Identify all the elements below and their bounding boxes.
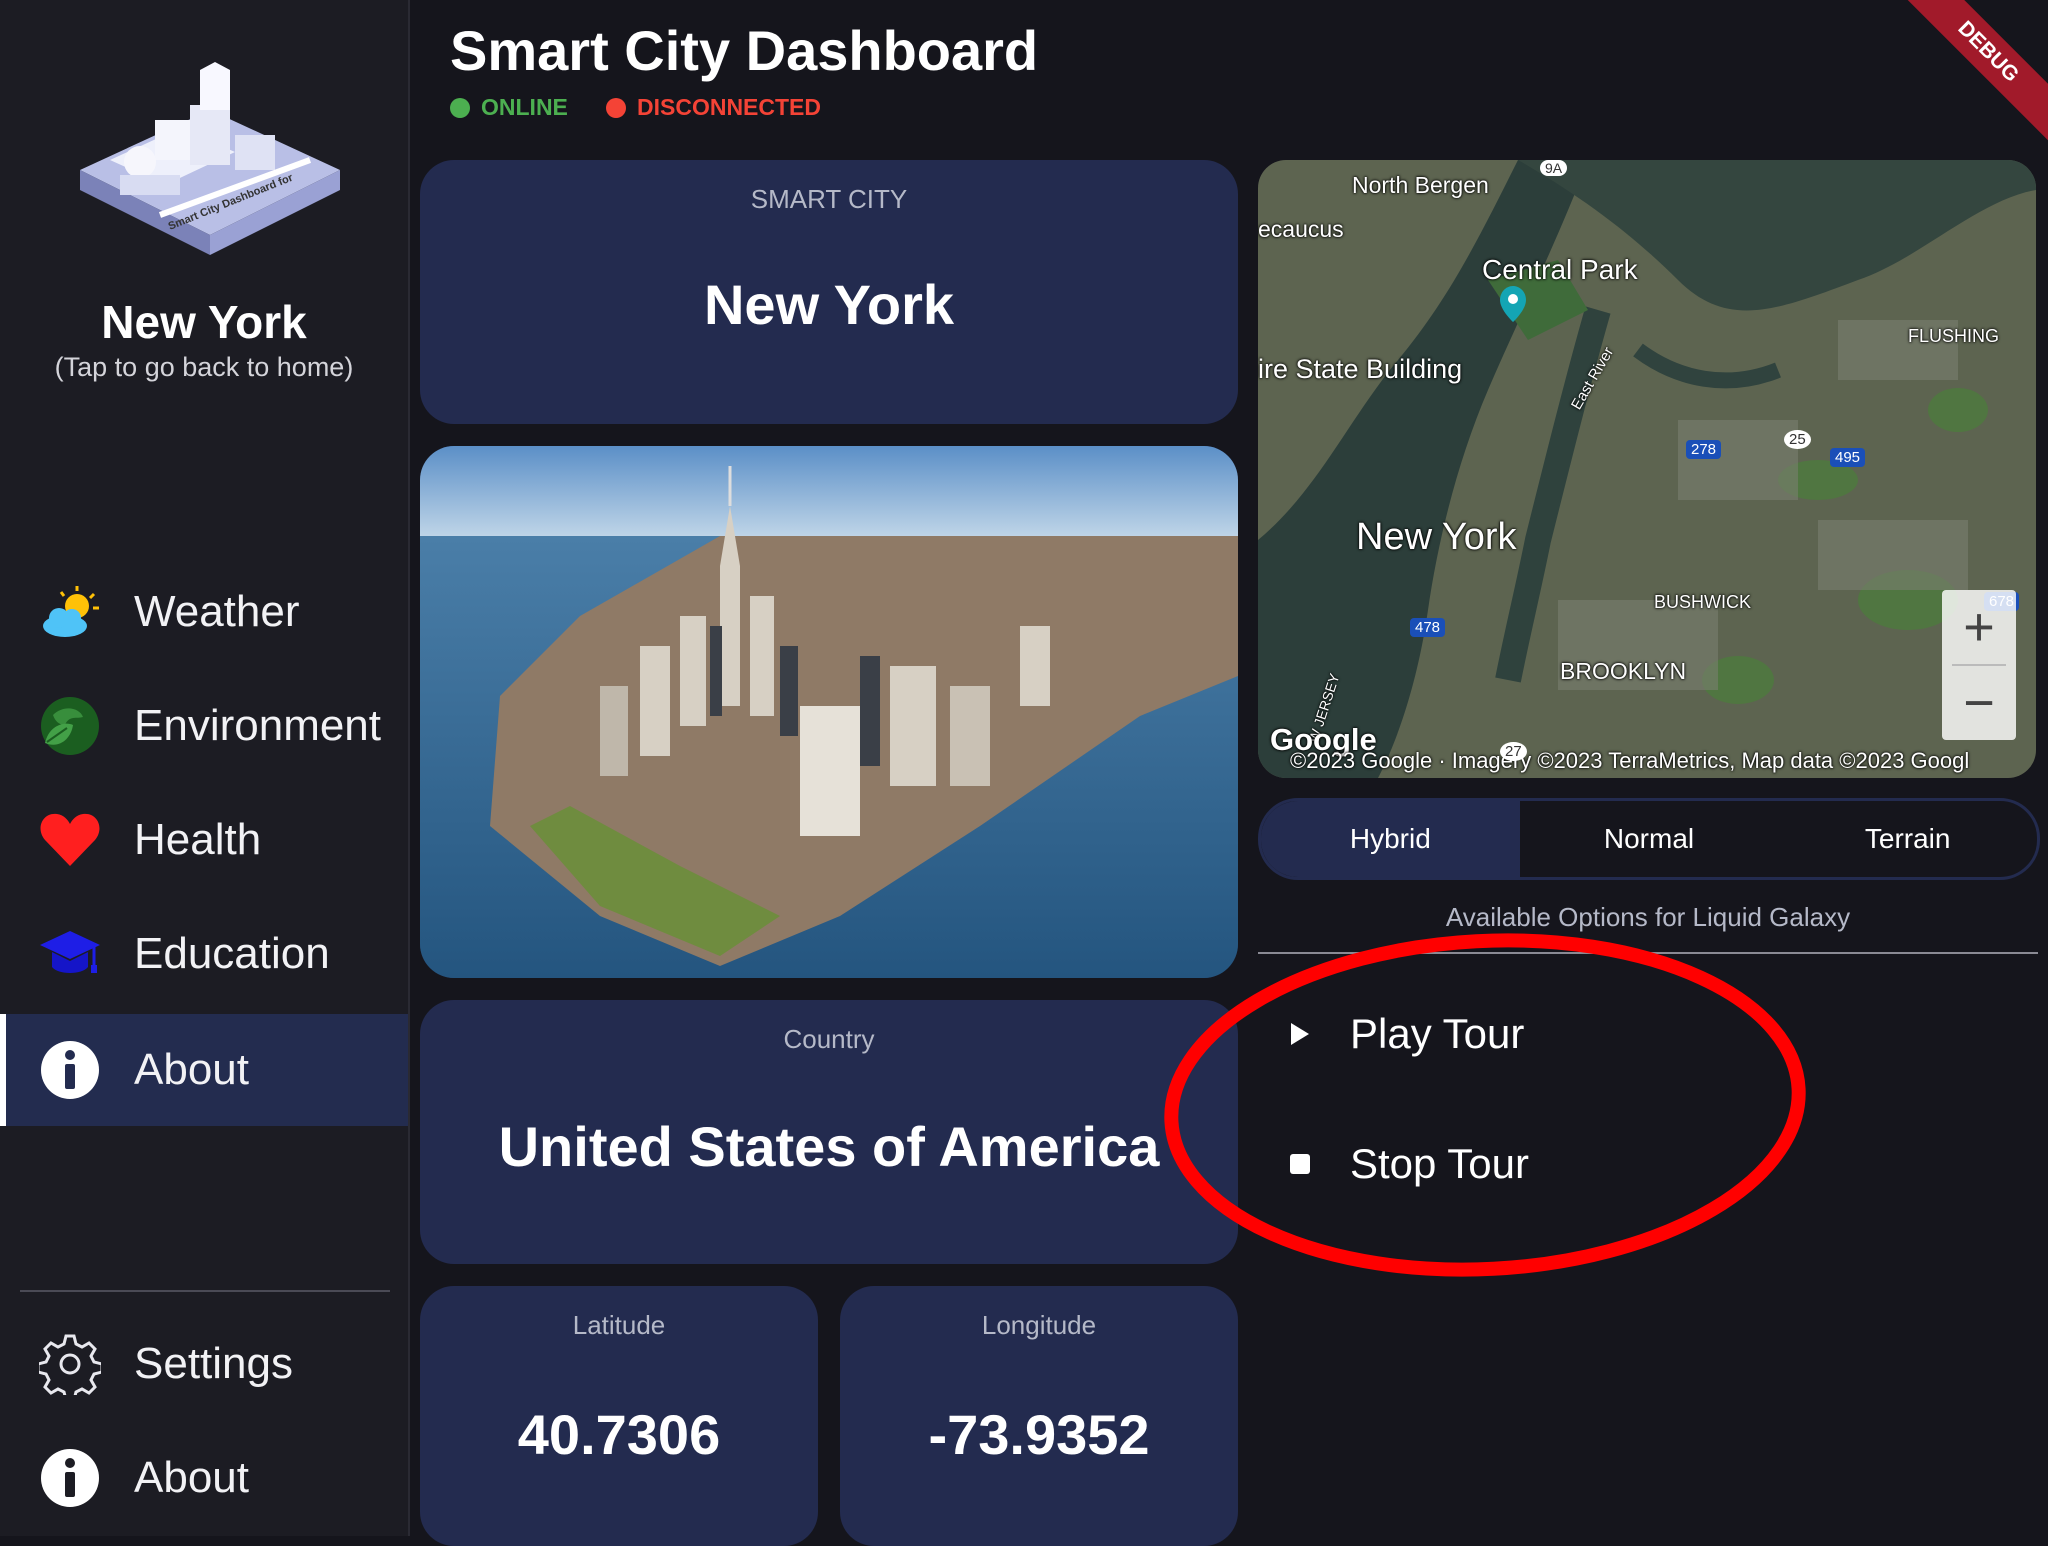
map-zoom-control: + − (1942, 590, 2016, 740)
longitude-value: -73.9352 (928, 1403, 1150, 1466)
map-attribution[interactable]: ©2023 Google · Imagery ©2023 TerraMetric… (1290, 748, 1969, 774)
sidebar-item-label: Health (134, 815, 262, 864)
country-card: Country United States of America (420, 1000, 1238, 1264)
city-card: SMART CITY New York (420, 160, 1238, 424)
heart-icon (38, 808, 102, 872)
map-label-central-park: Central Park (1482, 254, 1638, 285)
city-skyline-image-icon (420, 446, 1238, 978)
sidebar-item-health[interactable]: Health (0, 784, 408, 896)
map-type-terrain-button[interactable]: Terrain (1778, 801, 2037, 877)
route-shield-495: 495 (1830, 448, 1866, 467)
route-shield-478: 478 (1410, 618, 1446, 637)
latitude-caption: Latitude (572, 1310, 666, 1340)
sidebar-item-label: Education (134, 929, 330, 978)
info-icon (38, 1038, 102, 1102)
map-label-flushing: FLUSHING (1908, 326, 2000, 346)
online-dot-icon (450, 97, 470, 118)
stop-tour-button[interactable]: Stop Tour (1282, 1124, 1529, 1204)
city-photo (420, 446, 1238, 978)
sidebar: Smart City Dashboard for New York (Tap t… (0, 0, 410, 1536)
map-label-new-york: New York (1356, 516, 1517, 558)
map-type-normal-button[interactable]: Normal (1520, 801, 1779, 877)
sidebar-item-label: Weather (134, 587, 300, 636)
sidebar-item-weather[interactable]: Weather (0, 556, 408, 668)
sidebar-item-label: Environment (134, 701, 382, 750)
sidebar-item-label: Settings (134, 1339, 293, 1388)
play-tour-label: Play Tour (1350, 1010, 1525, 1057)
sidebar-divider (20, 1290, 390, 1292)
sidebar-item-settings[interactable]: Settings (0, 1308, 408, 1420)
route-shield-9a: 9A (1540, 160, 1568, 176)
sidebar-item-about[interactable]: About (0, 1014, 408, 1126)
country-card-caption: Country (783, 1024, 875, 1054)
sidebar-city-name[interactable]: New York (0, 295, 408, 349)
route-shield-278: 278 (1686, 440, 1722, 459)
isometric-city-logo-icon: Smart City Dashboard for (80, 62, 340, 255)
graduation-cap-icon (38, 922, 102, 986)
highlight-ellipse-annotation (1164, 933, 1806, 1277)
options-divider (1258, 952, 2038, 954)
status-online-badge: ONLINE (450, 94, 568, 121)
sidebar-city-hint[interactable]: (Tap to go back to home) (0, 352, 408, 383)
map-label-secaucus: ecaucus (1258, 216, 1344, 242)
sidebar-item-environment[interactable]: Environment (0, 670, 408, 782)
status-online-label: ONLINE (481, 94, 568, 120)
sidebar-item-label: About (134, 1453, 249, 1502)
status-disconnected-badge: DISCONNECTED (606, 94, 821, 121)
status-disconnected-label: DISCONNECTED (637, 94, 822, 120)
weather-icon (38, 580, 102, 644)
zoom-in-button[interactable]: + (1942, 590, 2016, 664)
longitude-card: Longitude -73.9352 (840, 1286, 1238, 1546)
debug-banner: DEBUG (1889, 0, 2048, 151)
play-icon (1282, 1016, 1318, 1052)
sidebar-item-education[interactable]: Education (0, 898, 408, 1010)
liquid-galaxy-options-title: Available Options for Liquid Galaxy (1445, 902, 1851, 932)
map-type-toggle: Hybrid Normal Terrain (1258, 798, 2040, 880)
longitude-caption: Longitude (981, 1310, 1097, 1340)
play-tour-button[interactable]: Play Tour (1282, 994, 1524, 1074)
sidebar-item-label: About (134, 1045, 249, 1094)
stop-tour-label: Stop Tour (1350, 1140, 1530, 1187)
map-label-north-bergen: North Bergen (1352, 172, 1489, 198)
latitude-value: 40.7306 (517, 1403, 721, 1466)
page-title: Smart City Dashboard (450, 19, 1039, 82)
country-card-value: United States of America (498, 1115, 1160, 1178)
map-label-empire-state: ire State Building (1258, 354, 1463, 384)
info-icon (38, 1446, 102, 1510)
disconnected-dot-icon (606, 97, 626, 118)
latitude-card: Latitude 40.7306 (420, 1286, 818, 1546)
city-logo[interactable]: Smart City Dashboard for (60, 50, 350, 280)
route-shield-27: 27 (1500, 742, 1527, 761)
stop-icon (1282, 1146, 1318, 1182)
google-map[interactable]: North Bergen ecaucus Central Park ire St… (1258, 160, 2036, 778)
satellite-map-image-icon (1258, 160, 2036, 778)
city-card-value: New York (703, 273, 955, 336)
city-card-caption: SMART CITY (750, 184, 908, 214)
map-label-brooklyn: BROOKLYN (1560, 658, 1687, 684)
route-shield-25: 25 (1784, 430, 1811, 449)
map-label-bushwick: BUSHWICK (1654, 592, 1752, 612)
zoom-out-button[interactable]: − (1942, 666, 2016, 740)
map-type-hybrid-button[interactable]: Hybrid (1261, 801, 1520, 877)
environment-icon (38, 694, 102, 758)
gear-icon (38, 1332, 102, 1396)
sidebar-item-about-footer[interactable]: About (0, 1422, 408, 1534)
